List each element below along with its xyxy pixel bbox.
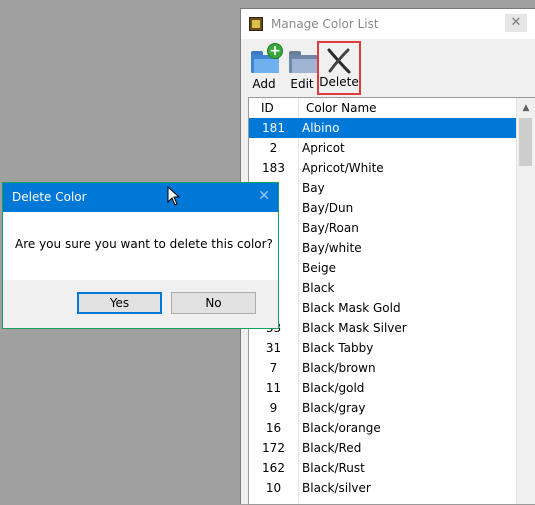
dialog-title: Delete Color — [12, 190, 87, 204]
cell-color-name: Black/gold — [302, 381, 365, 395]
cell-color-name: Beige — [302, 261, 336, 275]
cell-color-name: Albino — [302, 121, 340, 135]
plus-icon: + — [267, 43, 283, 59]
cell-id: 7 — [249, 358, 299, 378]
table-row[interactable]: 16 Black/orange — [249, 418, 516, 438]
cell-color-name: Black/orange — [302, 421, 381, 435]
add-label: Add — [252, 77, 276, 91]
app-icon — [249, 17, 263, 31]
table-row[interactable]: Bay — [249, 178, 516, 198]
table-row[interactable]: 162 Black/Rust — [249, 458, 516, 478]
header-color-name[interactable]: Color Name — [306, 98, 377, 118]
delete-label: Delete — [319, 75, 359, 89]
cell-color-name: Bay/Roan — [302, 221, 359, 235]
dialog-title-bar[interactable]: Delete Color ✕ — [3, 183, 278, 212]
cell-id: 10 — [249, 478, 299, 498]
cell-id: 11 — [249, 378, 299, 398]
table-row[interactable]: 10 Black/silver — [249, 478, 516, 498]
delete-x-icon — [327, 48, 351, 74]
yes-button[interactable]: Yes — [77, 292, 162, 314]
list-rows: 181Albino2Apricot183Apricot/WhiteBay6Bay… — [249, 118, 516, 504]
table-row[interactable]: 6Bay/Dun — [249, 198, 516, 218]
header-id[interactable]: ID — [249, 98, 299, 118]
table-row[interactable]: Black Mask Gold — [249, 298, 516, 318]
cell-id: 162 — [249, 458, 299, 478]
list-header: ID Color Name — [249, 98, 535, 119]
cell-color-name: Black/silver — [302, 481, 371, 495]
table-row[interactable]: 183 Apricot/White — [249, 158, 516, 178]
folder-edit-icon — [289, 51, 317, 73]
delete-color-dialog: Delete Color ✕ Are you sure you want to … — [2, 182, 279, 329]
cell-color-name: Black/gray — [302, 401, 366, 415]
table-row[interactable]: 0Beige — [249, 258, 516, 278]
mouse-cursor-icon — [167, 186, 181, 206]
edit-button[interactable]: Edit — [285, 41, 319, 95]
cell-id: 9 — [249, 398, 299, 418]
cell-id: 183 — [249, 158, 299, 178]
cell-color-name: Apricot/White — [302, 161, 384, 175]
window-title: Manage Color List — [271, 17, 379, 31]
delete-button[interactable]: Delete — [317, 41, 361, 95]
cell-color-name: Bay — [302, 181, 325, 195]
cell-color-name: Black Tabby — [302, 341, 374, 355]
table-row[interactable]: Bay/white — [249, 238, 516, 258]
scroll-up-icon[interactable]: ▲ — [517, 100, 535, 116]
no-button[interactable]: No — [171, 292, 256, 314]
color-list[interactable]: ID Color Name 181 Albino 2 Apricot 183 Aprico… — [248, 97, 535, 505]
table-row[interactable]: 33Black Mask Silver — [249, 318, 516, 338]
table-row[interactable]: 31 Black Tabby — [249, 338, 516, 358]
cell-color-name: Apricot — [302, 141, 345, 155]
table-row[interactable]: 7 Black/brown — [249, 358, 516, 378]
cell-color-name: Black/Red — [302, 441, 362, 455]
cell-id: 16 — [249, 418, 299, 438]
cell-color-name: Black Mask Silver — [302, 321, 407, 335]
cell-color-name: Black Mask Gold — [302, 301, 401, 315]
cell-id: 181 — [249, 118, 299, 138]
dialog-close-button[interactable]: ✕ — [258, 188, 270, 204]
cell-id: 2 — [249, 138, 299, 158]
cell-color-name: Black/Rust — [302, 461, 365, 475]
cell-color-name: Black — [302, 281, 335, 295]
scroll-thumb[interactable] — [519, 118, 532, 166]
dialog-message: Are you sure you want to delete this col… — [15, 237, 273, 251]
table-row[interactable]: 181 Albino — [249, 118, 516, 138]
manage-color-list-window: Manage Color List ✕ + Add Edit Delete ID… — [240, 8, 535, 505]
cell-color-name: Black/brown — [302, 361, 376, 375]
cell-id: 31 — [249, 338, 299, 358]
window-close-button[interactable]: ✕ — [505, 14, 527, 32]
table-row[interactable]: Black — [249, 278, 516, 298]
edit-label: Edit — [290, 77, 314, 91]
table-row[interactable]: 11 Black/gold — [249, 378, 516, 398]
cell-id: 172 — [249, 438, 299, 458]
toolbar: + Add Edit Delete — [241, 39, 535, 99]
cell-color-name: Bay/Dun — [302, 201, 354, 215]
table-row[interactable]: 4Bay/Roan — [249, 218, 516, 238]
table-row[interactable]: 2 Apricot — [249, 138, 516, 158]
dialog-footer: Yes No — [3, 280, 278, 328]
window-title-bar[interactable]: Manage Color List ✕ — [241, 9, 535, 39]
table-row[interactable]: 9 Black/gray — [249, 398, 516, 418]
vertical-scrollbar[interactable]: ▲ — [516, 98, 535, 504]
table-row[interactable]: 172 Black/Red — [249, 438, 516, 458]
cell-color-name: Bay/white — [302, 241, 362, 255]
add-button[interactable]: + Add — [247, 41, 283, 95]
